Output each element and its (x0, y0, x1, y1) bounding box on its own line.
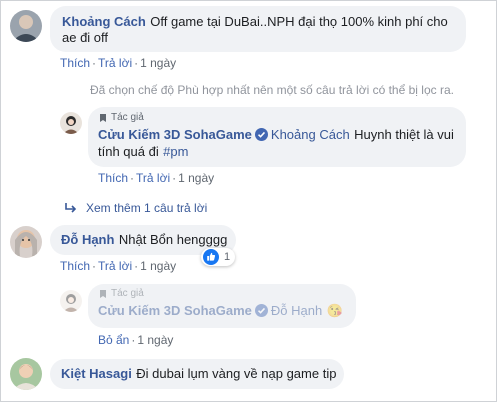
author-badge-icon (100, 113, 106, 122)
author-badge-icon (100, 289, 106, 298)
avatar[interactable] (10, 10, 42, 42)
reaction-summary[interactable]: 1 (201, 248, 236, 266)
reply-author[interactable]: Cửu Kiếm 3D SohaGame (98, 303, 252, 318)
avatar[interactable] (10, 358, 42, 390)
mention-link[interactable]: Đỗ Hạnh (271, 303, 322, 318)
avatar[interactable] (10, 226, 42, 258)
author-badge: Tác giả (98, 288, 346, 299)
author-badge: Tác giả (98, 112, 456, 123)
mention-link[interactable]: Khoảng Cách (271, 127, 350, 142)
like-link[interactable]: Thích (60, 259, 90, 273)
reaction-count: 1 (224, 251, 231, 263)
filter-notice: Đã chọn chế độ Phù hợp nhất nên một số c… (90, 83, 454, 97)
more-replies-label: Xem thêm 1 câu trả lời (86, 201, 208, 215)
kiss-emoji-icon: 😘 (326, 303, 343, 318)
reply-arrow-icon (65, 203, 77, 213)
avatar[interactable] (60, 290, 82, 312)
hashtag-link[interactable]: #pm (163, 144, 188, 159)
comment-text: Off game tại DuBai..NPH đại thọ 100% kin… (150, 14, 448, 29)
comment-author[interactable]: Đỗ Hạnh (61, 232, 114, 247)
reply-author[interactable]: Cửu Kiếm 3D SohaGame (98, 127, 252, 142)
reply-link[interactable]: Trả lời (98, 56, 132, 70)
avatar-photo-icon (10, 358, 42, 390)
author-badge-label: Tác giả (111, 288, 144, 299)
reply-bubble: Tác giả Cửu Kiếm 3D SohaGame Khoảng Cách … (88, 107, 466, 167)
reply-text: Huynh thiệt là vui (354, 127, 454, 142)
avatar-photo-icon (10, 10, 42, 42)
reply-text-continued: tính quá đi (98, 144, 159, 159)
unhide-link[interactable]: Bỏ ẩn (98, 333, 129, 347)
comment-text: Đi dubai lụm vàng về nạp game tip (136, 366, 337, 381)
like-link[interactable]: Thích (98, 171, 128, 185)
timestamp[interactable]: 1 ngày (137, 333, 173, 347)
comment-author[interactable]: Kiệt Hasagi (61, 366, 132, 381)
verified-badge-icon (254, 304, 268, 317)
verified-badge-icon (254, 128, 268, 141)
avatar-photo-icon (10, 226, 42, 258)
reply-actions: Bỏ ẩn · 1 ngày (98, 333, 174, 347)
comment-author[interactable]: Khoảng Cách (62, 14, 146, 29)
comment-bubble: Kiệt Hasagi Đi dubai lụm vàng về nạp gam… (50, 359, 344, 389)
page-avatar-icon (60, 112, 82, 134)
page-avatar-icon (60, 290, 82, 312)
author-badge-label: Tác giả (111, 112, 144, 123)
timestamp[interactable]: 1 ngày (178, 171, 214, 185)
comment-actions: Thích · Trả lời · 1 ngày (60, 56, 177, 70)
like-reaction-icon (203, 249, 219, 265)
more-replies-link[interactable]: Xem thêm 1 câu trả lời (64, 201, 207, 215)
timestamp[interactable]: 1 ngày (140, 259, 176, 273)
reply-link[interactable]: Trả lời (136, 171, 170, 185)
comment-text: Nhật Bổn hengggg (118, 232, 228, 247)
comment-bubble: Khoảng Cách Off game tại DuBai..NPH đại … (50, 6, 466, 52)
comment-text-continued: ae đi off (62, 30, 109, 45)
reply-actions: Thích · Trả lời · 1 ngày (98, 171, 215, 185)
like-link[interactable]: Thích (60, 56, 90, 70)
reply-link[interactable]: Trả lời (98, 259, 132, 273)
hidden-reply-bubble: Tác giả Cửu Kiếm 3D SohaGame Đỗ Hạnh 😘 (88, 284, 356, 328)
comment-actions: Thích · Trả lời · 1 ngày (60, 259, 177, 273)
timestamp[interactable]: 1 ngày (140, 56, 176, 70)
avatar[interactable] (60, 112, 82, 134)
